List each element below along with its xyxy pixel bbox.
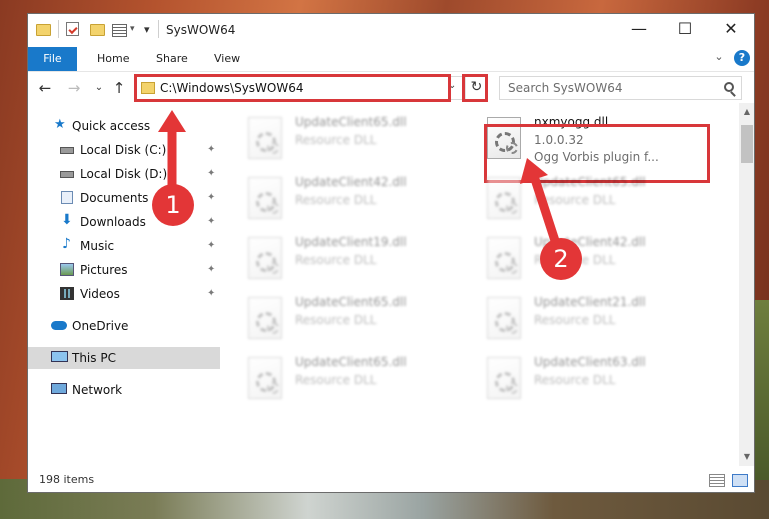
arrow-1 [158,110,186,190]
annotation-overlay [158,110,563,252]
step-2-badge: 2 [540,238,582,280]
step-1-badge: 1 [152,184,194,226]
arrow-2 [520,158,563,252]
